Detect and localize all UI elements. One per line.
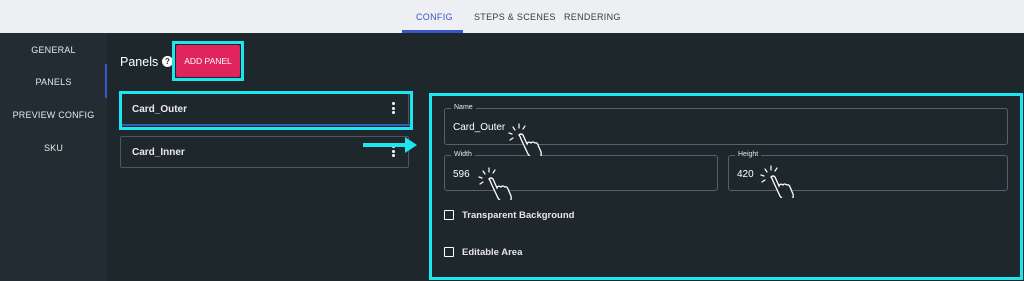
- active-tab-indicator: [402, 30, 463, 33]
- sidebar-item-preview-config[interactable]: PREVIEW CONFIG: [0, 110, 107, 120]
- editable-area-checkbox[interactable]: [444, 247, 454, 257]
- transparent-background-checkbox[interactable]: [444, 210, 454, 220]
- transparent-background-checkbox-row[interactable]: Transparent Background: [444, 210, 604, 222]
- height-field-label: Height: [735, 151, 762, 158]
- hand-pointer-icon: [760, 165, 794, 198]
- more-vertical-icon[interactable]: [392, 145, 396, 159]
- sidebar-item-panels[interactable]: PANELS: [0, 77, 107, 87]
- arrow-icon: [363, 143, 407, 147]
- width-field-label: Width: [451, 151, 475, 158]
- sidebar-active-indicator: [105, 64, 107, 98]
- sidebar-item-general[interactable]: GENERAL: [0, 45, 107, 55]
- name-field-value: Card_Outer: [453, 122, 506, 133]
- page-title: Panels: [120, 55, 159, 69]
- sidebar-item-sku[interactable]: SKU: [0, 143, 107, 153]
- tab-config[interactable]: CONFIG: [416, 12, 453, 22]
- tab-rendering[interactable]: RENDERING: [564, 12, 621, 22]
- tab-steps-scenes[interactable]: STEPS & SCENES: [474, 12, 556, 22]
- editable-area-checkbox-row[interactable]: Editable Area: [444, 247, 544, 259]
- add-panel-button[interactable]: ADD PANEL: [176, 45, 240, 77]
- height-field-value: 420: [737, 169, 754, 180]
- top-tab-bar: CONFIG STEPS & SCENES RENDERING: [0, 0, 1024, 33]
- editable-area-label: Editable Area: [462, 247, 523, 258]
- hand-pointer-icon: [508, 123, 542, 156]
- arrow-head-icon: [405, 137, 417, 153]
- width-field-value: 596: [453, 169, 470, 180]
- panel-list-item-label: Card_Inner: [132, 147, 185, 158]
- selected-panel-highlight: [119, 91, 413, 130]
- name-field-label: Name: [451, 104, 476, 111]
- sidebar: GENERAL PANELS PREVIEW CONFIG SKU: [0, 33, 107, 281]
- panel-list-item-card-inner[interactable]: Card_Inner: [120, 136, 409, 168]
- hand-pointer-icon: [478, 167, 512, 200]
- transparent-background-label: Transparent Background: [462, 210, 575, 221]
